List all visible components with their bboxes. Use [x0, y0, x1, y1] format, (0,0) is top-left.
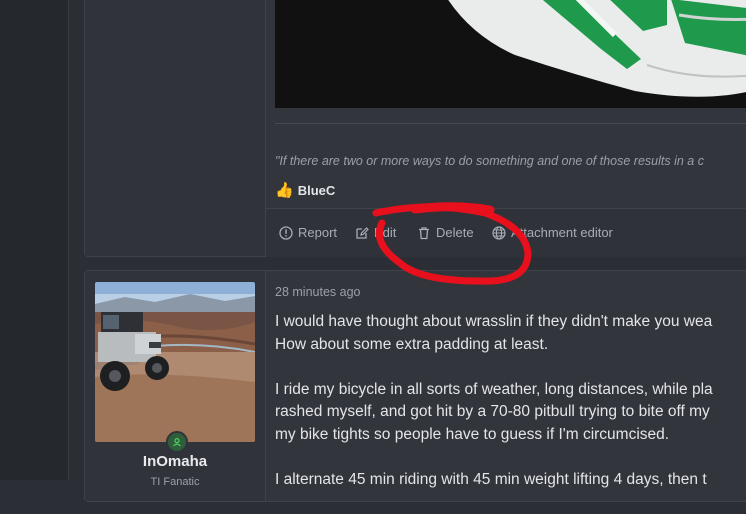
- report-label: Report: [298, 225, 338, 240]
- signature-divider: [275, 123, 746, 124]
- text-line: I alternate 45 min riding with 45 min we…: [275, 470, 707, 488]
- avatar[interactable]: [95, 282, 255, 442]
- edit-button[interactable]: Edit: [355, 225, 396, 240]
- paragraph-2: I ride my bicycle in all sorts of weathe…: [275, 379, 746, 447]
- post-1-image[interactable]: [275, 0, 746, 108]
- online-status-icon: [166, 431, 188, 453]
- delete-label: Delete: [436, 225, 474, 240]
- edit-icon: [356, 226, 369, 239]
- text-line: I would have thought about wrasslin if t…: [275, 313, 713, 330]
- thumbs-up-icon: 👍: [275, 182, 294, 199]
- report-icon: [279, 225, 293, 240]
- post-action-bar: Report Edit Delete Attachment editor: [266, 208, 746, 257]
- gutter: [69, 0, 84, 480]
- signature-text: "If there are two or more ways to do som…: [275, 154, 704, 168]
- text-line: rashed myself, and got hit by a 70-80 pi…: [275, 403, 710, 420]
- delete-button[interactable]: Delete: [417, 225, 474, 240]
- reaction-bar[interactable]: 👍 BlueC: [275, 181, 335, 199]
- post-2: InOmaha TI Fanatic 28 minutes ago I woul…: [84, 270, 746, 502]
- reaction-user[interactable]: BlueC: [298, 183, 336, 198]
- post-timestamp[interactable]: 28 minutes ago: [275, 285, 360, 299]
- left-rail: [0, 0, 69, 480]
- jersey-photo: [275, 0, 746, 108]
- post-1: "If there are two or more ways to do som…: [84, 0, 746, 257]
- globe-icon: [492, 225, 506, 240]
- text-line: How about some extra padding at least.: [275, 335, 549, 353]
- delete-icon: [419, 226, 429, 239]
- post-2-user-column: InOmaha TI Fanatic: [85, 271, 266, 501]
- attachment-editor-button[interactable]: Attachment editor: [492, 225, 613, 240]
- attachment-editor-label: Attachment editor: [511, 225, 613, 240]
- username[interactable]: InOmaha: [85, 453, 265, 470]
- post-body: I would have thought about wrasslin if t…: [275, 311, 746, 514]
- report-button[interactable]: Report: [279, 225, 337, 240]
- user-title: TI Fanatic: [150, 476, 200, 488]
- post-1-user-column: [85, 0, 266, 256]
- paragraph-1: I would have thought about wrasslin if t…: [275, 311, 746, 356]
- edit-label: Edit: [374, 225, 397, 240]
- text-line: my bike tights so people have to guess i…: [275, 425, 670, 443]
- text-line: I ride my bicycle in all sorts of weathe…: [275, 380, 713, 398]
- avatar-jeep-image: [95, 282, 255, 442]
